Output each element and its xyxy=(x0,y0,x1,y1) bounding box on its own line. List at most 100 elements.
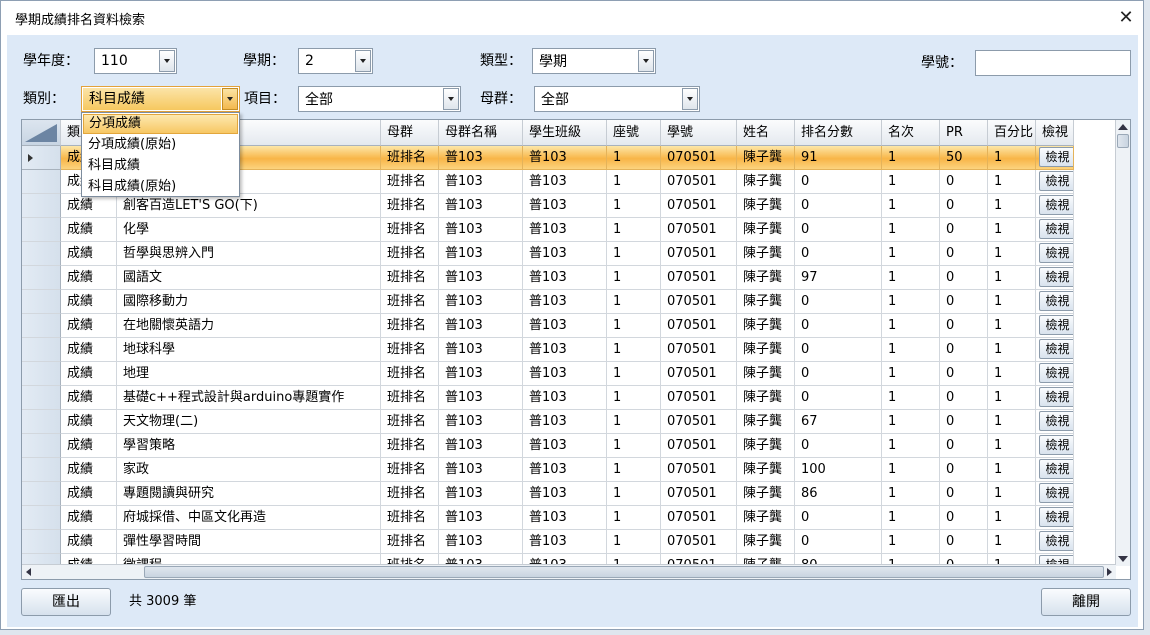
table-row[interactable]: 成績 在地關懷英語力 班排名 普103 普103 1 070501 陳子龔 0 1 0 1 檢視 xyxy=(22,314,1116,338)
cell-student-no: 070501 xyxy=(661,266,737,290)
row-header[interactable] xyxy=(22,386,61,410)
cell-rank-score: 0 xyxy=(795,170,882,194)
row-header[interactable] xyxy=(22,434,61,458)
header-col-name[interactable]: 姓名 xyxy=(737,120,795,146)
header-col-parent-group[interactable]: 母群 xyxy=(381,120,439,146)
table-row[interactable]: 成績 化學 班排名 普103 普103 1 070501 陳子龔 0 1 0 1 檢視 xyxy=(22,218,1116,242)
view-button[interactable]: 檢視 xyxy=(1039,531,1073,551)
table-row[interactable]: 成績 創客百造LET'S GO(下) 班排名 普103 普103 1 070501 陳子龔 0 1… xyxy=(22,194,1116,218)
header-col-student-class[interactable]: 學生班級 xyxy=(523,120,607,146)
cell-student-class: 普103 xyxy=(523,314,607,338)
row-header[interactable] xyxy=(22,170,61,194)
chevron-down-icon[interactable] xyxy=(682,88,698,110)
view-button[interactable]: 檢視 xyxy=(1039,459,1073,479)
view-button[interactable]: 檢視 xyxy=(1039,291,1073,311)
header-col-pr[interactable]: PR xyxy=(940,120,988,146)
view-button[interactable]: 檢視 xyxy=(1039,315,1073,335)
scroll-right-icon[interactable] xyxy=(1107,568,1112,576)
cell-pr: 0 xyxy=(940,362,988,386)
header-col-view[interactable]: 檢視 xyxy=(1036,120,1074,146)
view-button[interactable]: 檢視 xyxy=(1039,387,1073,407)
table-row[interactable]: 成績 彈性學習時間 班排名 普103 普103 1 070501 陳子龔 0 1 0 1 檢視 xyxy=(22,530,1116,554)
view-button[interactable]: 檢視 xyxy=(1039,171,1073,191)
vertical-scroll-thumb[interactable] xyxy=(1117,134,1129,148)
table-row[interactable]: 成績 基礎c++程式設計與arduino專題實作 班排名 普103 普103 1 07050… xyxy=(22,386,1116,410)
row-header[interactable] xyxy=(22,194,61,218)
exit-button[interactable]: 離開 xyxy=(1041,588,1131,616)
view-button[interactable]: 檢視 xyxy=(1039,267,1073,287)
header-col-rank-score[interactable]: 排名分數 xyxy=(795,120,882,146)
table-row[interactable]: 成績 地理 班排名 普103 普103 1 070501 陳子龔 0 1 0 1 檢視 xyxy=(22,362,1116,386)
dropdown-option[interactable]: 科目成績 xyxy=(83,156,238,176)
row-header[interactable] xyxy=(22,506,61,530)
close-icon[interactable]: ✕ xyxy=(1115,7,1137,29)
select-all-corner[interactable] xyxy=(22,120,61,146)
horizontal-scroll-thumb[interactable] xyxy=(144,566,1104,578)
chevron-down-icon[interactable] xyxy=(222,88,238,110)
table-row[interactable]: 成績 專題閱讀與研究 班排名 普103 普103 1 070501 陳子龔 86 1 0 1 檢視 xyxy=(22,482,1116,506)
table-row[interactable]: 成績 哲學與思辨入門 班排名 普103 普103 1 070501 陳子龔 0 1 0 1 檢視 xyxy=(22,242,1116,266)
horizontal-scrollbar[interactable] xyxy=(22,564,1116,579)
table-row[interactable]: 成績 府城採借、中區文化再造 班排名 普103 普103 1 070501 陳子龔 0 1 0 1 檢視 xyxy=(22,506,1116,530)
row-header[interactable] xyxy=(22,314,61,338)
row-header[interactable] xyxy=(22,290,61,314)
item-label: 項目： xyxy=(244,91,286,107)
view-button[interactable]: 檢視 xyxy=(1039,363,1073,383)
header-col-rank[interactable]: 名次 xyxy=(882,120,940,146)
view-button[interactable]: 檢視 xyxy=(1039,147,1073,167)
item-combo[interactable]: 全部 xyxy=(298,86,461,112)
chevron-down-icon[interactable] xyxy=(443,88,459,110)
chevron-down-icon[interactable] xyxy=(159,50,175,72)
header-col-parent-group-name[interactable]: 母群名稱 xyxy=(439,120,523,146)
parent-group-combo[interactable]: 全部 xyxy=(534,86,700,112)
vertical-scrollbar[interactable] xyxy=(1115,120,1130,566)
row-header[interactable] xyxy=(22,146,61,170)
view-button[interactable]: 檢視 xyxy=(1039,411,1073,431)
view-button[interactable]: 檢視 xyxy=(1039,219,1073,239)
row-header[interactable] xyxy=(22,242,61,266)
dropdown-option[interactable]: 分項成績 xyxy=(83,114,238,134)
scroll-up-icon[interactable] xyxy=(1118,124,1128,130)
view-button[interactable]: 檢視 xyxy=(1039,435,1073,455)
scroll-left-icon[interactable] xyxy=(26,568,31,576)
year-combo[interactable]: 110 xyxy=(94,48,177,74)
parent-group-label: 母群： xyxy=(480,91,522,107)
row-header[interactable] xyxy=(22,338,61,362)
scroll-down-icon[interactable] xyxy=(1118,556,1128,562)
category-combo[interactable]: 科目成績 xyxy=(81,86,240,112)
view-button[interactable]: 檢視 xyxy=(1039,195,1073,215)
cell-parent-group-name: 普103 xyxy=(439,266,523,290)
row-header[interactable] xyxy=(22,530,61,554)
header-col-percent[interactable]: 百分比 xyxy=(988,120,1036,146)
dropdown-option[interactable]: 分項成績(原始) xyxy=(83,135,238,155)
view-button[interactable]: 檢視 xyxy=(1039,483,1073,503)
table-row[interactable]: 成績 家政 班排名 普103 普103 1 070501 陳子龔 100 1 0 1 檢視 xyxy=(22,458,1116,482)
cell-category: 成績 xyxy=(61,314,117,338)
chevron-down-icon[interactable] xyxy=(355,50,371,72)
table-row[interactable]: 成績 國際移動力 班排名 普103 普103 1 070501 陳子龔 0 1 0 1 檢視 xyxy=(22,290,1116,314)
table-row[interactable]: 成績 天文物理(二) 班排名 普103 普103 1 070501 陳子龔 67 1 0 1 檢視 xyxy=(22,410,1116,434)
row-header[interactable] xyxy=(22,482,61,506)
chevron-down-icon[interactable] xyxy=(638,50,654,72)
row-header[interactable] xyxy=(22,218,61,242)
view-button[interactable]: 檢視 xyxy=(1039,339,1073,359)
semester-combo[interactable]: 2 xyxy=(298,48,373,74)
table-row[interactable]: 成績 學習策略 班排名 普103 普103 1 070501 陳子龔 0 1 0 1 檢視 xyxy=(22,434,1116,458)
type-combo[interactable]: 學期 xyxy=(532,48,656,74)
header-col-seat-no[interactable]: 座號 xyxy=(607,120,661,146)
dropdown-option[interactable]: 科目成績(原始) xyxy=(83,177,238,197)
row-header[interactable] xyxy=(22,458,61,482)
table-row[interactable]: 成績 國語文 班排名 普103 普103 1 070501 陳子龔 97 1 0 1 檢視 xyxy=(22,266,1116,290)
cell-seat-no: 1 xyxy=(607,338,661,362)
row-header[interactable] xyxy=(22,362,61,386)
row-header[interactable] xyxy=(22,410,61,434)
export-button[interactable]: 匯出 xyxy=(21,588,111,616)
table-row[interactable]: 成績 地球科學 班排名 普103 普103 1 070501 陳子龔 0 1 0 1 檢視 xyxy=(22,338,1116,362)
student-no-input[interactable] xyxy=(975,50,1131,76)
view-button[interactable]: 檢視 xyxy=(1039,243,1073,263)
row-header[interactable] xyxy=(22,266,61,290)
view-button[interactable]: 檢視 xyxy=(1039,507,1073,527)
cell-percent: 1 xyxy=(988,242,1036,266)
cell-rank: 1 xyxy=(882,314,940,338)
header-col-student-no[interactable]: 學號 xyxy=(661,120,737,146)
